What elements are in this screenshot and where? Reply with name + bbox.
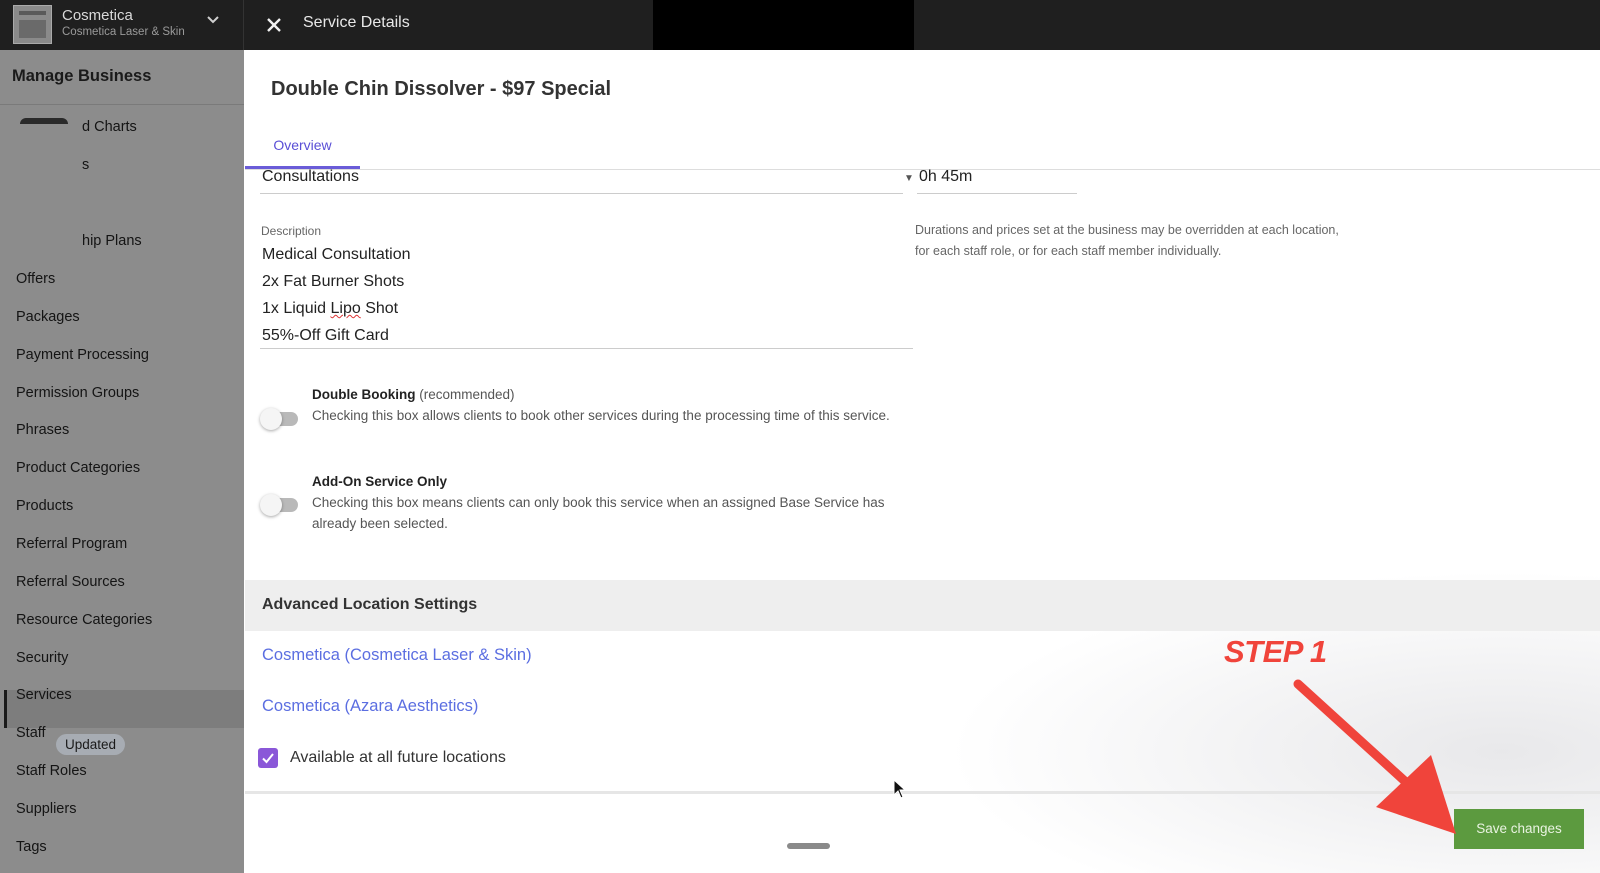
addon-only-label: Add-On Service Only bbox=[312, 474, 448, 489]
business-subtitle: Cosmetica Laser & Skin bbox=[62, 26, 185, 38]
sidebar-title: Manage Business bbox=[12, 67, 152, 85]
description-line[interactable]: 1x Liquid Lipo Shot bbox=[262, 300, 398, 318]
sidebar-item-packages[interactable]: Packages bbox=[16, 309, 80, 325]
description-line[interactable]: Medical Consultation bbox=[262, 246, 411, 264]
tab-overview[interactable]: Overview bbox=[245, 128, 360, 169]
chevron-down-icon[interactable] bbox=[205, 12, 221, 28]
panel-title: Service Details bbox=[303, 14, 410, 31]
sidebar-item-security[interactable]: Security bbox=[16, 650, 68, 666]
divider bbox=[0, 104, 244, 105]
sidebar-item-staff-roles[interactable]: Staff Roles bbox=[16, 763, 87, 779]
location-link-laser-skin[interactable]: Cosmetica (Cosmetica Laser & Skin) bbox=[262, 646, 532, 665]
sidebar-item-product-categories[interactable]: Product Categories bbox=[16, 460, 140, 476]
double-booking-toggle[interactable] bbox=[260, 408, 300, 430]
category-select[interactable]: Consultations bbox=[262, 168, 359, 186]
close-icon[interactable] bbox=[262, 13, 286, 37]
duration-field[interactable]: 0h 45m bbox=[919, 168, 972, 186]
sidebar-item-services[interactable]: Services bbox=[16, 687, 72, 703]
business-logo bbox=[13, 5, 52, 44]
mouse-pointer-icon bbox=[893, 779, 907, 799]
sidebar-item-charts[interactable]: d Charts bbox=[82, 119, 137, 135]
advanced-location-header: Advanced Location Settings bbox=[245, 580, 1600, 631]
future-locations-label: Available at all future locations bbox=[290, 749, 506, 766]
override-hint: Durations and prices set at the business… bbox=[915, 223, 1339, 258]
addon-only-description: Checking this box means clients can only… bbox=[312, 495, 885, 531]
page-title: Double Chin Dissolver - $97 Special bbox=[271, 78, 612, 100]
location-link-azara[interactable]: Cosmetica (Azara Aesthetics) bbox=[262, 697, 478, 716]
sidebar-item-offers[interactable]: Offers bbox=[16, 271, 55, 287]
sidebar-item-suppliers[interactable]: Suppliers bbox=[16, 801, 76, 817]
sidebar-item-staff[interactable]: Staff bbox=[16, 725, 46, 741]
addon-only-toggle[interactable] bbox=[260, 494, 300, 516]
recommended-note: (recommended) bbox=[419, 387, 515, 402]
future-locations-checkbox[interactable] bbox=[258, 748, 278, 768]
divider bbox=[260, 348, 913, 349]
sidebar-item-referral-sources[interactable]: Referral Sources bbox=[16, 574, 125, 590]
business-name: Cosmetica bbox=[62, 7, 133, 24]
description-line[interactable]: 2x Fat Burner Shots bbox=[262, 273, 404, 291]
sidebar-item-referral-program[interactable]: Referral Program bbox=[16, 536, 127, 552]
top-bar: Cosmetica Cosmetica Laser & Skin Service… bbox=[0, 0, 1600, 50]
addon-only-title: Add-On Service Only bbox=[312, 474, 447, 489]
toggle-thumb bbox=[260, 494, 282, 516]
sidebar-item-products[interactable]: Products bbox=[16, 498, 73, 514]
checkmark-icon bbox=[262, 753, 274, 764]
double-booking-description: Checking this box allows clients to book… bbox=[312, 408, 890, 423]
business-switcher[interactable]: Cosmetica Cosmetica Laser & Skin bbox=[0, 0, 244, 50]
sidebar-item-tags[interactable]: Tags bbox=[16, 839, 47, 855]
sidebar-item-membership-plans[interactable]: hip Plans bbox=[82, 233, 142, 249]
arrow-icon bbox=[1293, 679, 1456, 834]
sidebar-item-partial[interactable]: s bbox=[82, 157, 89, 173]
toggle-thumb bbox=[260, 408, 282, 430]
section-title: Advanced Location Settings bbox=[262, 596, 478, 613]
step-annotation: STEP 1 bbox=[1224, 634, 1327, 669]
sidebar-item-resource-categories[interactable]: Resource Categories bbox=[16, 612, 152, 628]
sidebar-item-phrases[interactable]: Phrases bbox=[16, 422, 69, 438]
divider bbox=[917, 193, 1077, 194]
sidebar-item-payment-processing[interactable]: Payment Processing bbox=[16, 347, 149, 363]
double-booking-label: Double Booking bbox=[312, 387, 416, 402]
divider bbox=[260, 193, 903, 194]
drag-handle[interactable] bbox=[787, 843, 830, 849]
sidebar: Manage Business d Charts s hip Plans Off… bbox=[0, 50, 244, 873]
description-line[interactable]: 55%-Off Gift Card bbox=[262, 327, 389, 345]
avatar bbox=[20, 118, 68, 124]
caret-down-icon[interactable]: ▼ bbox=[904, 173, 914, 184]
double-booking-title: Double Booking (recommended) bbox=[312, 387, 515, 402]
sidebar-item-permission-groups[interactable]: Permission Groups bbox=[16, 385, 139, 401]
description-label: Description bbox=[261, 224, 322, 238]
save-button[interactable]: Save changes bbox=[1454, 809, 1584, 849]
status-badge: Updated bbox=[56, 734, 126, 755]
redaction-block bbox=[653, 0, 914, 50]
spellcheck-word: Lipo bbox=[330, 300, 361, 317]
